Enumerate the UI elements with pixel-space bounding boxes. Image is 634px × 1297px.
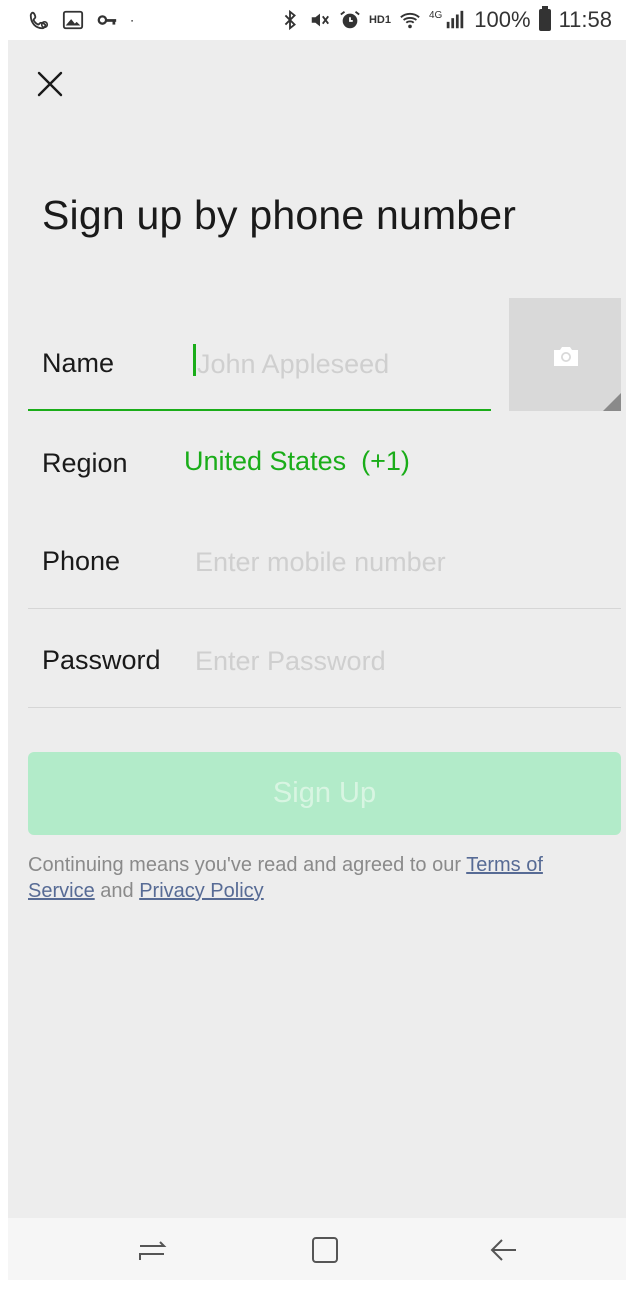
- network-type: 4G: [428, 9, 443, 21]
- gallery-icon: [62, 10, 84, 30]
- signal-icon: [447, 10, 464, 29]
- call-settings-icon: [29, 11, 49, 30]
- name-label: Name: [42, 348, 115, 378]
- dot-icon: [131, 20, 133, 22]
- camera-icon: [554, 347, 578, 366]
- vpn-key-icon: [97, 15, 117, 25]
- name-underline-focused: [28, 409, 491, 411]
- close-icon[interactable]: [34, 68, 66, 100]
- phone-input[interactable]: [195, 542, 495, 582]
- hd-indicator: HD1: [368, 14, 391, 26]
- mute-icon: [311, 13, 329, 27]
- wifi-icon: [400, 12, 420, 29]
- text-cursor: [193, 344, 196, 376]
- home-icon[interactable]: [305, 1232, 345, 1268]
- battery-icon: [538, 6, 551, 31]
- region-label: Region: [42, 448, 128, 478]
- sign-up-button[interactable]: Sign Up: [28, 752, 621, 835]
- navigation-bar: [8, 1218, 626, 1280]
- privacy-policy-link[interactable]: Privacy Policy: [139, 880, 263, 902]
- password-input[interactable]: [195, 641, 495, 681]
- agreement-text: Continuing means you've read and agreed …: [28, 852, 608, 904]
- password-label: Password: [42, 645, 161, 675]
- alarm-icon: [340, 11, 360, 29]
- agreement-prefix: Continuing means you've read and agreed …: [28, 854, 467, 876]
- region-selector[interactable]: United States (+1): [184, 446, 410, 477]
- phone-divider: [28, 608, 621, 609]
- page-title: Sign up by phone number: [42, 192, 517, 238]
- back-icon[interactable]: [484, 1232, 524, 1268]
- avatar-corner-mark: [603, 393, 621, 411]
- avatar-upload-button[interactable]: [509, 298, 621, 411]
- recent-apps-icon[interactable]: [132, 1232, 172, 1268]
- agreement-middle: and: [94, 880, 140, 902]
- phone-label: Phone: [42, 546, 121, 576]
- password-divider: [28, 707, 621, 708]
- status-right-icons: HD1 4G 100% 11:58: [279, 4, 612, 36]
- name-input[interactable]: [197, 344, 487, 384]
- clock: 11:58: [558, 7, 612, 32]
- status-bar: HD1 4G 100% 11:58: [0, 0, 634, 40]
- status-left-icons: [28, 6, 140, 34]
- bluetooth-icon: [284, 9, 296, 31]
- battery-percent: 100%: [474, 7, 531, 32]
